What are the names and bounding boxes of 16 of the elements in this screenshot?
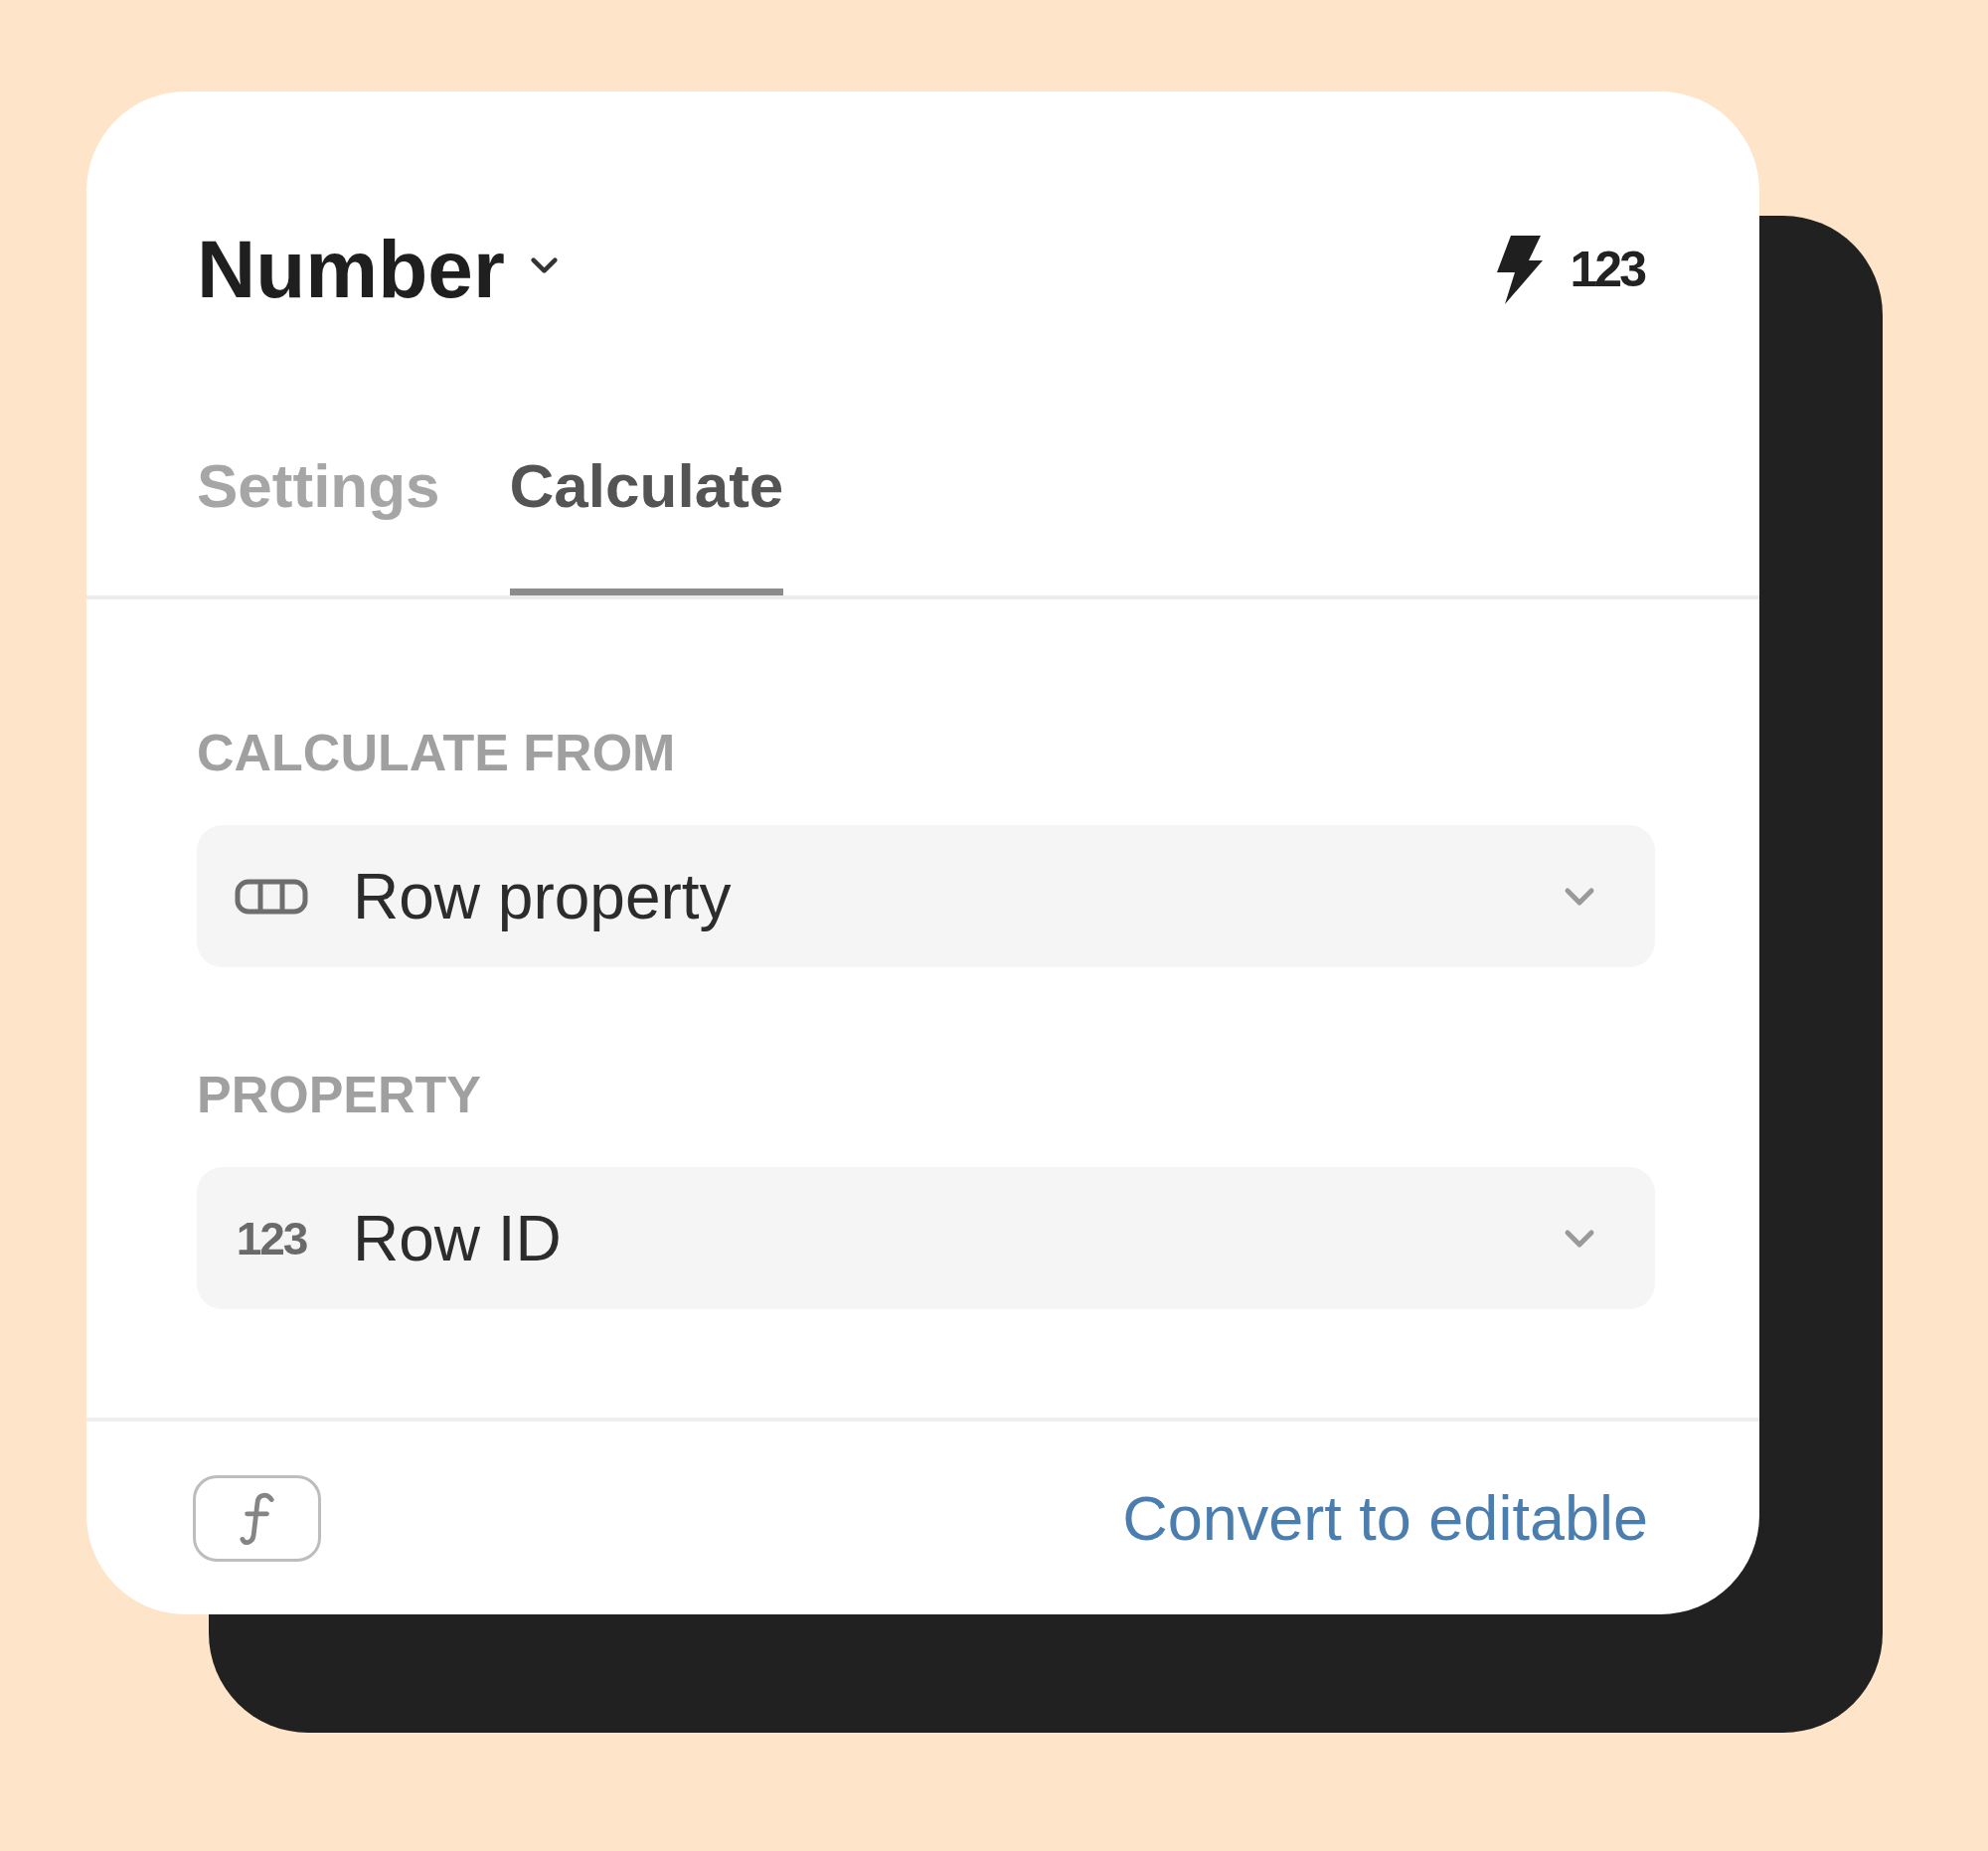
tab[interactable]: Calculate <box>509 437 784 595</box>
dropdown-field[interactable]: 123 Row ID <box>197 1167 1655 1309</box>
chevron-down-icon <box>1564 1227 1595 1250</box>
chevron-down-icon <box>529 255 559 275</box>
dropdown-field[interactable]: Row property <box>197 825 1655 967</box>
convert-link[interactable]: Convert to editable <box>1122 1487 1648 1550</box>
number-type-label: 123 <box>236 1215 307 1262</box>
section-label: CALCULATE FROM <box>197 727 677 778</box>
segmented-bar-icon <box>235 878 308 915</box>
type-dropdown[interactable]: Number <box>197 229 559 310</box>
chevron-down-icon <box>1564 885 1595 908</box>
function-icon <box>238 1491 276 1546</box>
lightning-icon <box>1495 235 1543 304</box>
section-label: PROPERTY <box>197 1069 483 1120</box>
number-type-label: 123 <box>1570 245 1644 294</box>
formula-button[interactable] <box>193 1475 321 1562</box>
